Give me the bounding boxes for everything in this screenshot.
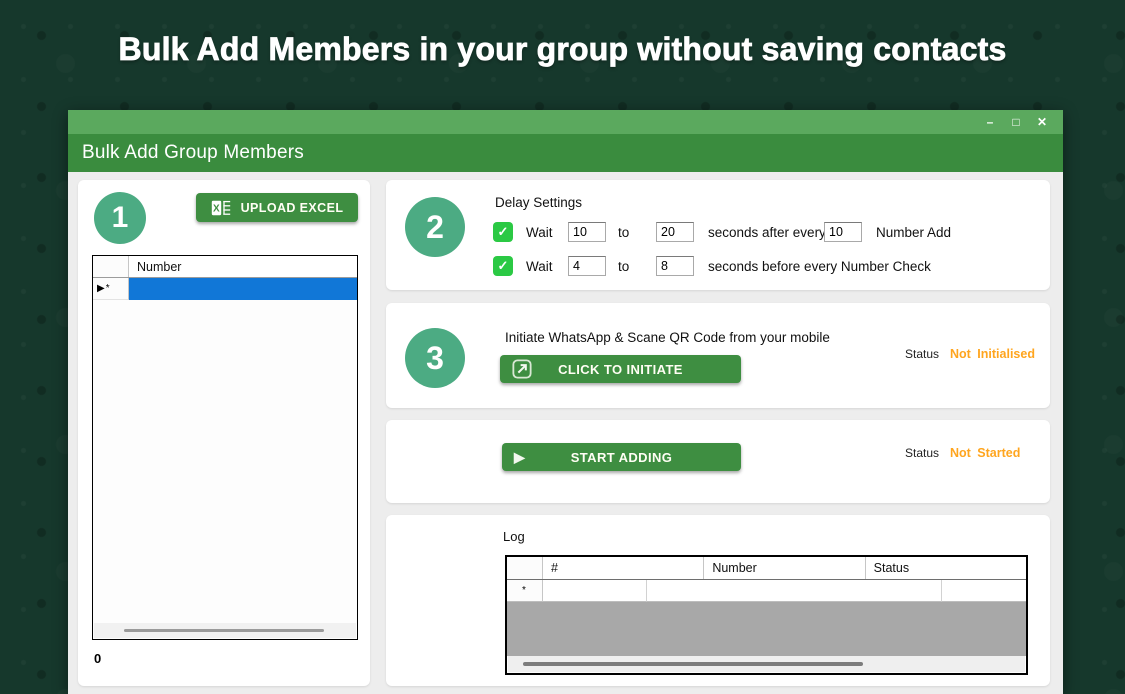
initiate-status-value: Not Initialised — [950, 347, 1035, 361]
initiate-status-label: Status — [905, 347, 939, 361]
log-column-index[interactable]: # — [543, 557, 704, 579]
empty-row-marker-icon: * — [507, 580, 543, 602]
svg-text:X: X — [213, 203, 220, 214]
initiate-instruction: Initiate WhatsApp & Scane QR Code from y… — [505, 330, 830, 345]
log-table-empty-area — [507, 602, 1026, 656]
initiate-panel: 3 Initiate WhatsApp & Scane QR Code from… — [386, 303, 1050, 408]
delay-after-max-input[interactable] — [656, 222, 694, 242]
wait-label: Wait — [526, 256, 553, 277]
seconds-before-every-label: seconds before every Number Check — [708, 256, 931, 277]
log-table-row[interactable]: * — [507, 580, 1026, 602]
launch-icon — [512, 359, 532, 379]
delay-after-min-input[interactable] — [568, 222, 606, 242]
batch-size-input[interactable] — [824, 222, 862, 242]
delay-settings-panel: 2 Delay Settings ✓ Wait to seconds after… — [386, 180, 1050, 290]
numbers-table-corner-cell[interactable] — [93, 256, 129, 277]
check-icon: ✓ — [498, 224, 509, 240]
number-add-label: Number Add — [876, 222, 951, 243]
start-status-label: Status — [905, 446, 939, 460]
log-table-header: # Number Status — [507, 557, 1026, 580]
window-titlebar: – □ ✕ — [68, 110, 1063, 134]
delay-before-max-input[interactable] — [656, 256, 694, 276]
log-table[interactable]: # Number Status * — [505, 555, 1028, 675]
log-table-corner-cell[interactable] — [507, 557, 543, 579]
step-3-badge: 3 — [405, 328, 465, 388]
to-label: to — [618, 222, 629, 243]
log-panel: Log # Number Status * — [386, 515, 1050, 686]
window-title: Bulk Add Group Members — [82, 142, 304, 164]
wait-after-add-checkbox[interactable]: ✓ — [493, 222, 513, 242]
hscrollbar-thumb[interactable] — [124, 629, 324, 632]
delay-before-min-input[interactable] — [568, 256, 606, 276]
delay-before-check-row: ✓ Wait to seconds before every Number Ch… — [386, 256, 1050, 278]
hscrollbar-thumb[interactable] — [523, 662, 863, 666]
selected-number-cell[interactable] — [129, 278, 357, 300]
check-icon: ✓ — [498, 258, 509, 274]
numbers-table[interactable]: Number ▶* — [92, 255, 358, 640]
maximize-icon[interactable]: □ — [1009, 114, 1023, 130]
log-index-cell[interactable] — [543, 580, 647, 602]
upload-excel-label: UPLOAD EXCEL — [241, 201, 344, 215]
start-adding-button[interactable]: ▶ START ADDING — [502, 443, 741, 471]
start-adding-panel: ▶ START ADDING Status Not Started — [386, 420, 1050, 503]
numbers-table-hscrollbar[interactable] — [94, 623, 356, 638]
play-icon: ▶ — [514, 449, 525, 466]
delay-settings-title: Delay Settings — [495, 195, 582, 210]
numbers-column-header[interactable]: Number — [129, 256, 357, 277]
log-title: Log — [503, 529, 525, 544]
to-label: to — [618, 256, 629, 277]
click-to-initiate-label: CLICK TO INITIATE — [558, 362, 683, 377]
wait-before-check-checkbox[interactable]: ✓ — [493, 256, 513, 276]
log-number-cell[interactable] — [647, 580, 942, 602]
seconds-after-every-label: seconds after every — [708, 222, 826, 243]
log-table-hscrollbar[interactable] — [508, 656, 1025, 672]
wait-label: Wait — [526, 222, 553, 243]
upload-excel-button[interactable]: X UPLOAD EXCEL — [196, 193, 358, 222]
log-column-status[interactable]: Status — [866, 557, 1026, 579]
app-window: – □ ✕ Bulk Add Group Members 1 X — [68, 110, 1063, 694]
delay-after-add-row: ✓ Wait to seconds after every Number Add — [386, 222, 1050, 244]
row-count: 0 — [94, 651, 101, 666]
numbers-table-header: Number — [93, 256, 357, 278]
close-icon[interactable]: ✕ — [1035, 114, 1049, 130]
minimize-icon[interactable]: – — [983, 114, 997, 130]
start-status-value: Not Started — [950, 446, 1020, 460]
window-content: 1 X UPLOAD EXCEL — [68, 172, 1063, 694]
step-1-badge: 1 — [94, 192, 146, 244]
upload-panel: 1 X UPLOAD EXCEL — [78, 180, 370, 686]
excel-icon: X — [211, 200, 231, 216]
table-row[interactable]: ▶* — [93, 278, 357, 300]
page-title: Bulk Add Members in your group without s… — [0, 31, 1125, 68]
log-status-cell[interactable] — [942, 580, 1026, 602]
new-row-marker-icon: ▶* — [93, 278, 129, 300]
window-header: Bulk Add Group Members — [68, 134, 1063, 172]
log-column-number[interactable]: Number — [704, 557, 865, 579]
start-adding-label: START ADDING — [571, 450, 673, 465]
click-to-initiate-button[interactable]: CLICK TO INITIATE — [500, 355, 741, 383]
